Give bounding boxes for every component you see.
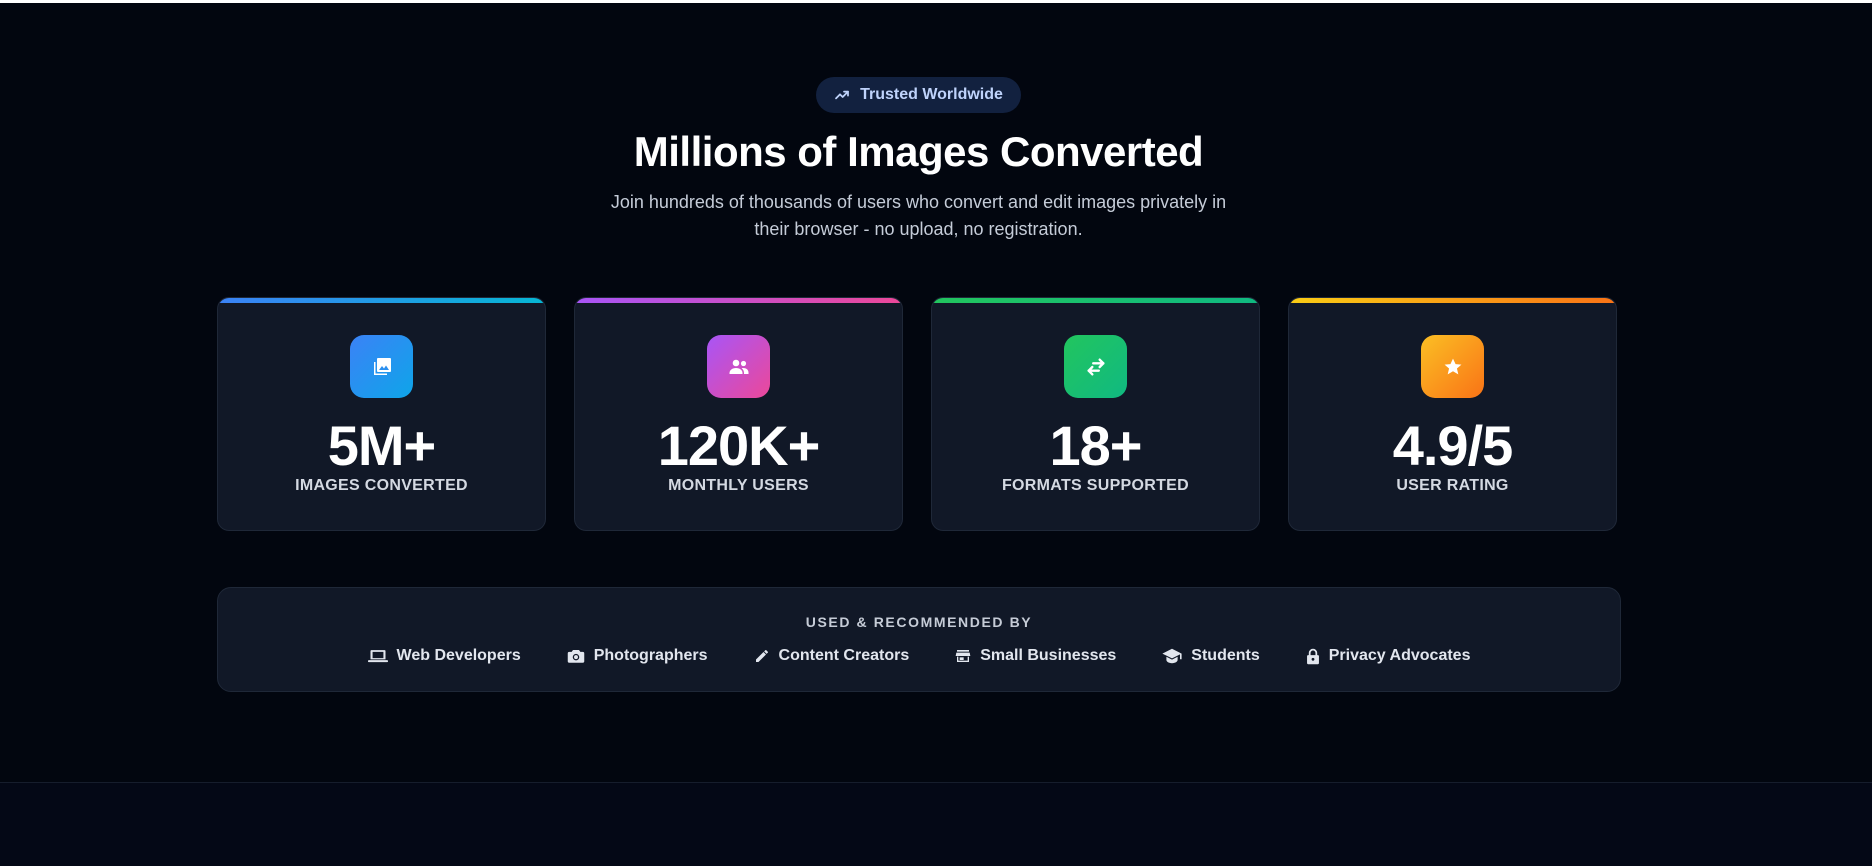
stat-card-formats: 18+ FORMATS SUPPORTED — [931, 297, 1260, 531]
pencil-icon — [754, 648, 770, 664]
card-accent-bar — [575, 298, 902, 303]
stat-value: 18+ — [1049, 414, 1143, 477]
list-item-label: Photographers — [593, 647, 708, 664]
list-item: Web Developers — [367, 647, 521, 665]
trending-up-icon — [834, 87, 850, 103]
lock-icon — [1306, 648, 1320, 665]
stat-label: IMAGES CONVERTED — [295, 477, 468, 494]
laptop-icon — [367, 648, 388, 664]
stats-section: Trusted Worldwide Millions of Images Con… — [0, 0, 1872, 866]
list-item: Content Creators — [754, 647, 910, 665]
stat-card-rating: 4.9/5 USER RATING — [1288, 297, 1617, 531]
list-item: Privacy Advocates — [1306, 647, 1471, 665]
camera-icon — [567, 648, 585, 664]
stat-label: USER RATING — [1396, 477, 1509, 494]
recommended-heading: USED & RECOMMENDED BY — [805, 614, 1033, 630]
recommended-list: Web Developers Photographers Content Cre… — [218, 647, 1620, 665]
stat-label: FORMATS SUPPORTED — [1001, 477, 1190, 494]
stat-card-images: 5M+ IMAGES CONVERTED — [217, 297, 546, 531]
stat-label: MONTHLY USERS — [668, 477, 809, 494]
badge-wrapper: Trusted Worldwide — [0, 77, 1837, 113]
list-item: Students — [1162, 647, 1260, 665]
swap-arrows-icon — [1064, 335, 1127, 398]
recommended-panel: USED & RECOMMENDED BY Web Developers Pho… — [217, 587, 1621, 692]
list-item-label: Small Businesses — [980, 647, 1117, 664]
stat-value: 5M+ — [327, 414, 437, 477]
users-icon — [707, 335, 770, 398]
list-item-label: Privacy Advocates — [1328, 647, 1471, 664]
section-title: Millions of Images Converted — [633, 128, 1204, 175]
star-icon — [1421, 335, 1484, 398]
stat-value: 120K+ — [657, 414, 821, 477]
badge-label: Trusted Worldwide — [860, 86, 1003, 103]
card-accent-bar — [218, 298, 545, 303]
card-accent-bar — [932, 298, 1259, 303]
list-item-label: Students — [1191, 647, 1260, 664]
store-icon — [955, 648, 971, 664]
list-item-label: Web Developers — [396, 647, 521, 664]
graduation-cap-icon — [1162, 648, 1182, 664]
images-icon — [350, 335, 413, 398]
top-border — [0, 0, 1872, 3]
section-subtitle: Join hundreds of thousands of users who … — [610, 192, 1227, 239]
list-item: Photographers — [567, 647, 708, 665]
list-item: Small Businesses — [955, 647, 1116, 665]
stat-card-users: 120K+ MONTHLY USERS — [574, 297, 903, 531]
stat-value: 4.9/5 — [1392, 414, 1514, 477]
list-item-label: Content Creators — [778, 647, 910, 664]
trusted-badge: Trusted Worldwide — [816, 77, 1021, 113]
footer-strip — [0, 782, 1872, 866]
card-accent-bar — [1289, 298, 1616, 303]
stat-cards: 5M+ IMAGES CONVERTED 120K+ MONTHLY USERS — [217, 297, 1617, 531]
